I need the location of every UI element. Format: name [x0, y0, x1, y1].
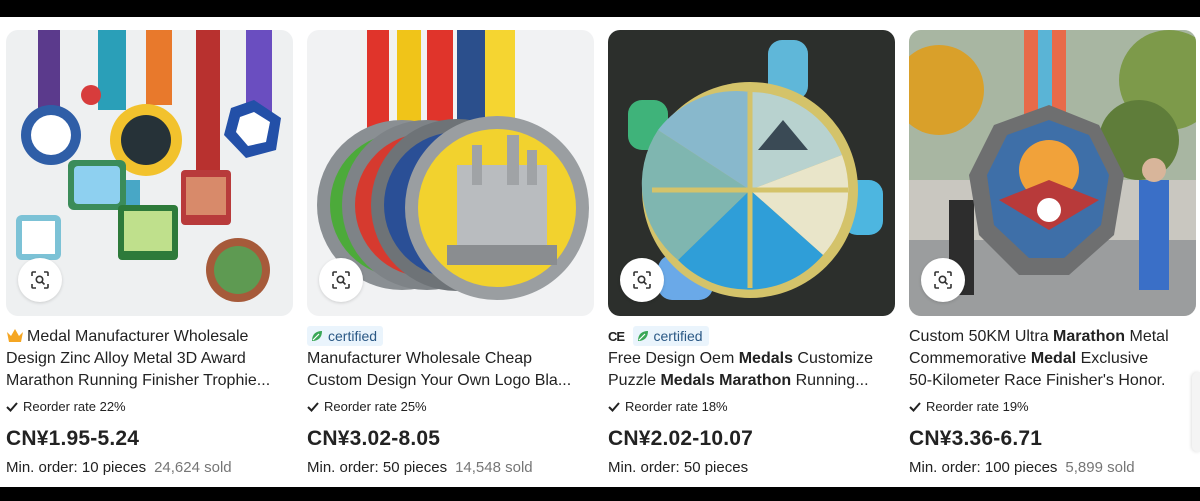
- title-line: Custom Design Your Own Logo Bla...: [307, 372, 572, 389]
- image-search-icon: [31, 271, 49, 289]
- sold-count: 5,899 sold: [1065, 459, 1135, 476]
- product-image[interactable]: [6, 30, 293, 316]
- title-keyword: Medals: [738, 350, 793, 367]
- certified-label: certified: [328, 328, 378, 345]
- min-order: Min. order: 100 pieces 5,899 sold: [909, 459, 1196, 479]
- title-segment: Commemorative: [909, 350, 1031, 367]
- price: CN¥1.95-5.24: [6, 427, 140, 450]
- product-card[interactable]: Medal Manufacturer Wholesale Design Zinc…: [6, 30, 293, 479]
- title-segment: Exclusive: [1076, 350, 1149, 367]
- title-segment: Free Design Oem: [608, 350, 739, 367]
- title-line: Design Zinc Alloy Metal 3D Award: [6, 350, 246, 367]
- bottom-black-bar: [0, 487, 1200, 501]
- ce-mark: CE: [608, 329, 625, 344]
- title-keyword: Medals Marathon: [660, 372, 792, 389]
- title-line: Medal Manufacturer Wholesale: [27, 328, 249, 345]
- reorder-text: Reorder rate 19%: [926, 399, 1029, 414]
- price: CN¥2.02-10.07: [608, 427, 754, 450]
- reorder-rate: Reorder rate 19%: [909, 398, 1196, 415]
- min-order: Min. order: 50 pieces 14,548 sold: [307, 459, 594, 479]
- product-card[interactable]: CE certified Free Design Oem Medals Cust…: [608, 30, 895, 479]
- image-search-button[interactable]: [319, 258, 363, 302]
- min-order-text: Min. order: 50 pieces: [307, 459, 448, 476]
- leaf-icon: [312, 331, 322, 342]
- checkmark-icon: [6, 401, 18, 412]
- min-order: Min. order: 10 pieces 24,624 sold: [6, 459, 293, 479]
- title-line: 50-Kilometer Race Finisher's Honor.: [909, 372, 1166, 389]
- title-line: Free Design Oem Medals Customize: [608, 348, 895, 370]
- price: CN¥3.36-6.71: [909, 427, 1043, 450]
- title-segment: Customize: [792, 350, 873, 367]
- title-keyword: Medal: [1030, 350, 1077, 367]
- product-title[interactable]: Custom 50KM Ultra Marathon Metal Commemo…: [909, 326, 1196, 392]
- title-line: Puzzle Medals Marathon Running...: [608, 370, 895, 392]
- checkmark-icon: [307, 401, 319, 412]
- certified-badge: certified: [632, 326, 709, 347]
- side-scroll-tab[interactable]: [1192, 372, 1200, 452]
- top-black-bar: [0, 0, 1200, 17]
- title-line: Custom 50KM Ultra Marathon Metal: [909, 326, 1196, 348]
- image-search-button[interactable]: [921, 258, 965, 302]
- product-image[interactable]: [608, 30, 895, 316]
- reorder-rate: Reorder rate 18%: [608, 398, 895, 415]
- title-segment: Running...: [791, 372, 869, 389]
- image-search-button[interactable]: [18, 258, 62, 302]
- title-line: Marathon Running Finisher Trophie...: [6, 372, 271, 389]
- min-order-text: Min. order: 50 pieces: [608, 459, 749, 476]
- certified-label: certified: [653, 328, 703, 345]
- min-order: Min. order: 50 pieces: [608, 459, 895, 479]
- image-search-button[interactable]: [620, 258, 664, 302]
- image-search-icon: [332, 271, 350, 289]
- reorder-text: Reorder rate 22%: [23, 399, 126, 414]
- leaf-icon: [637, 331, 648, 342]
- crown-icon: [7, 329, 23, 342]
- price: CN¥3.02-8.05: [307, 427, 441, 450]
- product-title[interactable]: certified Manufacturer Wholesale Cheap C…: [307, 326, 594, 392]
- product-image[interactable]: [307, 30, 594, 316]
- product-image[interactable]: [909, 30, 1196, 316]
- image-search-icon: [633, 271, 651, 289]
- product-title[interactable]: Medal Manufacturer Wholesale Design Zinc…: [6, 326, 293, 392]
- reorder-rate: Reorder rate 22%: [6, 398, 293, 415]
- title-segment: Metal: [1125, 328, 1169, 345]
- title-line: Commemorative Medal Exclusive: [909, 348, 1196, 370]
- product-card[interactable]: certified Manufacturer Wholesale Cheap C…: [307, 30, 594, 479]
- title-segment: Custom 50KM Ultra: [909, 328, 1054, 345]
- product-card[interactable]: Custom 50KM Ultra Marathon Metal Commemo…: [909, 30, 1196, 479]
- min-order-text: Min. order: 10 pieces: [6, 459, 147, 476]
- title-line: Manufacturer Wholesale Cheap: [307, 350, 533, 367]
- sold-count: 14,548 sold: [455, 459, 533, 476]
- checkmark-icon: [909, 401, 921, 412]
- certified-badge: certified: [307, 326, 384, 347]
- product-title[interactable]: CE certified Free Design Oem Medals Cust…: [608, 326, 895, 392]
- title-segment: Puzzle: [608, 372, 661, 389]
- image-search-icon: [934, 271, 952, 289]
- min-order-text: Min. order: 100 pieces: [909, 459, 1058, 476]
- reorder-text: Reorder rate 18%: [625, 399, 728, 414]
- sold-count: 24,624 sold: [154, 459, 232, 476]
- reorder-rate: Reorder rate 25%: [307, 398, 594, 415]
- checkmark-icon: [608, 401, 620, 412]
- title-keyword: Marathon: [1053, 328, 1126, 345]
- reorder-text: Reorder rate 25%: [324, 399, 427, 414]
